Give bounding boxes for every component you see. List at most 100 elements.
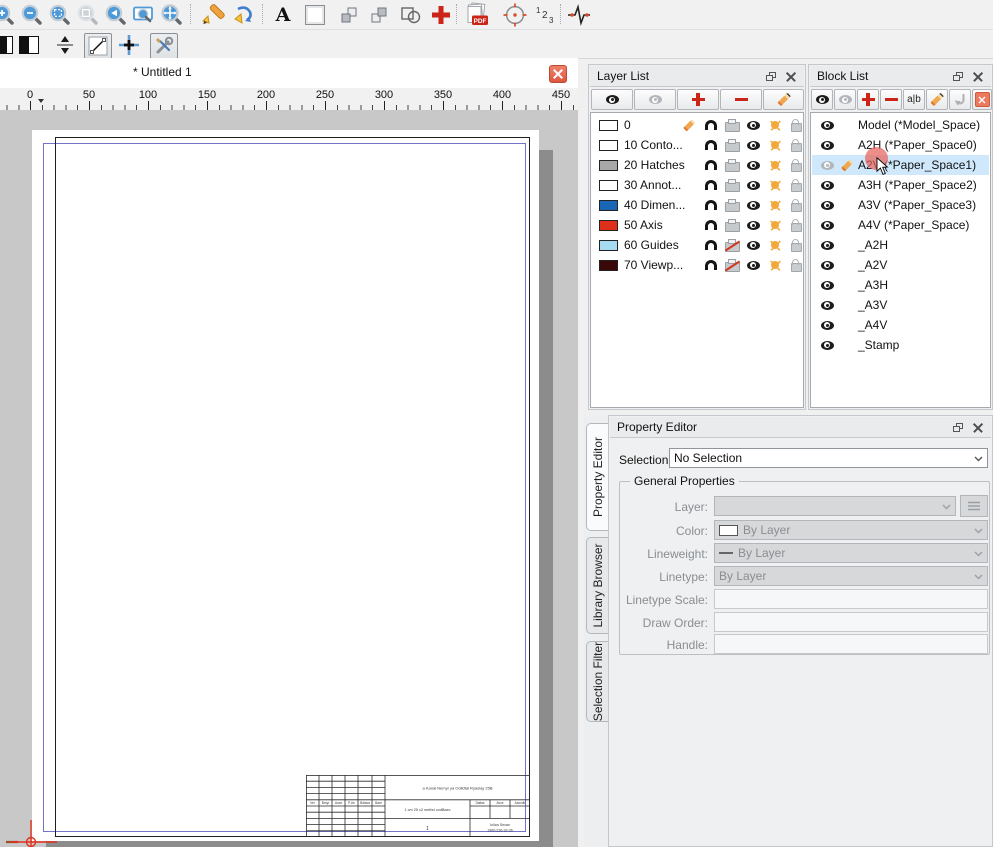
order-backward-button[interactable] <box>336 2 362 27</box>
lock-icon[interactable] <box>787 236 804 254</box>
print-icon[interactable] <box>723 216 741 234</box>
sun-icon[interactable] <box>766 156 784 174</box>
block-row[interactable]: _A4V <box>812 315 989 335</box>
tools-button[interactable] <box>150 33 178 59</box>
block-row[interactable]: _A3H <box>812 275 989 295</box>
layer-color-swatch[interactable] <box>599 200 618 211</box>
zoom-window-button[interactable] <box>131 2 157 27</box>
close-panel-button[interactable] <box>971 70 985 84</box>
lock-icon[interactable] <box>787 156 804 174</box>
lock-icon[interactable] <box>787 176 804 194</box>
print-icon[interactable] <box>723 176 741 194</box>
layer-color-swatch[interactable] <box>599 120 618 131</box>
visibility-eye-icon[interactable] <box>744 116 762 134</box>
block-row[interactable]: A2H (*Paper_Space0) <box>812 135 989 155</box>
lock-icon[interactable] <box>787 256 804 274</box>
layer-row[interactable]: 0 <box>592 115 802 135</box>
block-row[interactable]: _Stamp <box>812 335 989 355</box>
lock-icon[interactable] <box>787 136 804 154</box>
snap-magnet-icon[interactable] <box>702 156 720 174</box>
lock-icon[interactable] <box>787 216 804 234</box>
block-row[interactable]: A3V (*Paper_Space3) <box>812 195 989 215</box>
close-panel-button[interactable] <box>971 421 985 435</box>
visibility-eye-icon[interactable] <box>744 136 762 154</box>
block-row[interactable]: A4V (*Paper_Space) <box>812 215 989 235</box>
document-tab-close-button[interactable] <box>549 65 567 83</box>
visibility-eye-icon[interactable] <box>818 136 836 154</box>
sun-icon[interactable] <box>766 256 784 274</box>
zoom-previous-button[interactable] <box>103 2 129 27</box>
show-all-blocks-button[interactable] <box>811 89 833 110</box>
sun-icon[interactable] <box>766 236 784 254</box>
add-layer-button[interactable] <box>677 89 719 110</box>
sun-icon[interactable] <box>766 216 784 234</box>
layer-row[interactable]: 50 Axis <box>592 215 802 235</box>
print-icon[interactable] <box>723 196 741 214</box>
add-button[interactable] <box>428 2 454 27</box>
visibility-eye-icon[interactable] <box>744 156 762 174</box>
crosshair-button[interactable] <box>116 32 142 57</box>
layer-color-swatch[interactable] <box>599 160 618 171</box>
visibility-eye-icon[interactable] <box>818 296 836 314</box>
print-icon[interactable] <box>723 156 741 174</box>
zoom-auto-button[interactable] <box>47 2 73 27</box>
tab-selection-filter[interactable]: Selection Filter <box>586 641 608 722</box>
layer-row[interactable]: 10 Conto... <box>592 135 802 155</box>
snap-magnet-icon[interactable] <box>702 236 720 254</box>
hide-all-blocks-button[interactable] <box>834 89 856 110</box>
show-all-layers-button[interactable] <box>591 89 633 110</box>
close-panel-button[interactable] <box>784 70 798 84</box>
boolean-overlap-button[interactable] <box>398 2 424 27</box>
block-row-selected[interactable]: A2V (*Paper_Space1) <box>812 155 989 175</box>
spacing-button[interactable] <box>52 32 78 57</box>
visibility-eye-icon[interactable] <box>744 216 762 234</box>
sun-icon[interactable] <box>766 196 784 214</box>
visibility-eye-icon[interactable] <box>818 256 836 274</box>
block-row[interactable]: _A3V <box>812 295 989 315</box>
visibility-eye-icon[interactable] <box>818 236 836 254</box>
edit-block-button[interactable] <box>926 89 948 110</box>
sun-icon[interactable] <box>766 116 784 134</box>
remove-block-button[interactable] <box>880 89 902 110</box>
zoom-out-button[interactable] <box>19 2 45 27</box>
layer-row[interactable]: 40 Dimen... <box>592 195 802 215</box>
layer-row[interactable]: 70 Viewp... <box>592 255 802 275</box>
visibility-eye-icon[interactable] <box>744 196 762 214</box>
layer-color-swatch[interactable] <box>599 140 618 151</box>
drawing-preferences-button[interactable] <box>198 2 228 27</box>
visibility-eye-icon[interactable] <box>818 336 836 354</box>
visibility-eye-icon[interactable] <box>744 176 762 194</box>
visibility-eye-icon[interactable] <box>744 236 762 254</box>
lock-icon[interactable] <box>787 196 804 214</box>
visibility-eye-icon[interactable] <box>818 276 836 294</box>
visibility-eye-icon[interactable] <box>818 316 836 334</box>
sun-icon[interactable] <box>766 176 784 194</box>
snap-magnet-icon[interactable] <box>702 196 720 214</box>
viewport-button[interactable] <box>302 2 328 27</box>
layer-list-title-bar[interactable]: Layer List <box>590 66 804 87</box>
sun-icon[interactable] <box>766 136 784 154</box>
layer-color-swatch[interactable] <box>599 220 618 231</box>
no-print-icon[interactable] <box>723 256 741 274</box>
background-split-button[interactable] <box>17 32 41 57</box>
center-point-button[interactable] <box>502 2 528 27</box>
order-forward-button[interactable] <box>366 2 392 27</box>
drawing-canvas[interactable]: a Kanal Nemyr ya Odlidtal Ryaslay 25B 1 … <box>0 110 578 847</box>
snap-magnet-icon[interactable] <box>702 176 720 194</box>
snap-magnet-icon[interactable] <box>702 216 720 234</box>
visibility-eye-icon[interactable] <box>818 116 836 134</box>
zoom-pan-button[interactable] <box>159 2 185 27</box>
block-list-title-bar[interactable]: Block List <box>810 66 991 87</box>
background-dark-button[interactable] <box>0 32 15 57</box>
layer-color-swatch[interactable] <box>599 260 618 271</box>
auto-number-button[interactable]: 123 <box>532 2 556 27</box>
remove-layer-button[interactable] <box>720 89 762 110</box>
visibility-eye-icon[interactable] <box>818 196 836 214</box>
selection-combobox[interactable]: No Selection <box>669 448 988 468</box>
hide-all-layers-button[interactable] <box>634 89 676 110</box>
snap-magnet-icon[interactable] <box>702 256 720 274</box>
float-panel-button[interactable] <box>764 70 778 84</box>
zoom-in-button[interactable] <box>0 2 17 27</box>
print-icon[interactable] <box>723 136 741 154</box>
no-print-icon[interactable] <box>723 236 741 254</box>
